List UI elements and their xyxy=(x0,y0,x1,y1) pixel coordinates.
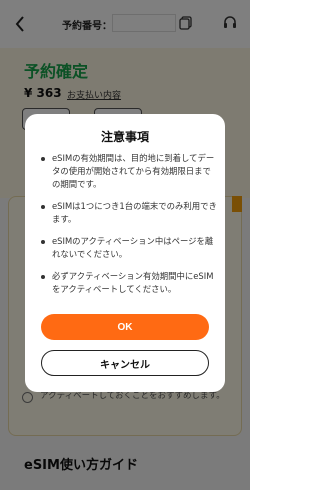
bullet-icon xyxy=(41,157,45,161)
list-item: 必ずアクティベーション有効期間中にeSIMをアクティベートしてください。 xyxy=(41,270,217,296)
cancel-button[interactable]: キャンセル xyxy=(41,350,209,376)
notes-list: eSIMの有効期間は、目的地に到着してデータの使用が開始されてから有効期限日まで… xyxy=(41,152,217,305)
list-item: eSIMのアクティベーション中はページを離れないでください。 xyxy=(41,235,217,261)
note-text: eSIMのアクティベーション中はページを離れないでください。 xyxy=(52,236,214,259)
screen: 予約番号： 予約確定 ¥ 363 お支払い内容 アクティベートしておくことをおす… xyxy=(0,0,250,490)
notice-dialog: 注意事項 eSIMの有効期間は、目的地に到着してデータの使用が開始されてから有効… xyxy=(25,114,225,392)
bullet-icon xyxy=(41,205,45,209)
note-text: eSIMは1つにつき1台の端末でのみ利用できます。 xyxy=(52,201,217,224)
bullet-icon xyxy=(41,240,45,244)
list-item: eSIMの有効期間は、目的地に到着してデータの使用が開始されてから有効期限日まで… xyxy=(41,152,217,191)
note-text: 必ずアクティベーション有効期間中にeSIMをアクティベートしてください。 xyxy=(52,271,214,294)
bullet-icon xyxy=(41,275,45,279)
ok-button[interactable]: OK xyxy=(41,314,209,340)
list-item: eSIMは1つにつき1台の端末でのみ利用できます。 xyxy=(41,200,217,226)
note-text: eSIMの有効期間は、目的地に到着してデータの使用が開始されてから有効期限日まで… xyxy=(52,153,215,189)
dialog-title: 注意事項 xyxy=(100,130,149,144)
